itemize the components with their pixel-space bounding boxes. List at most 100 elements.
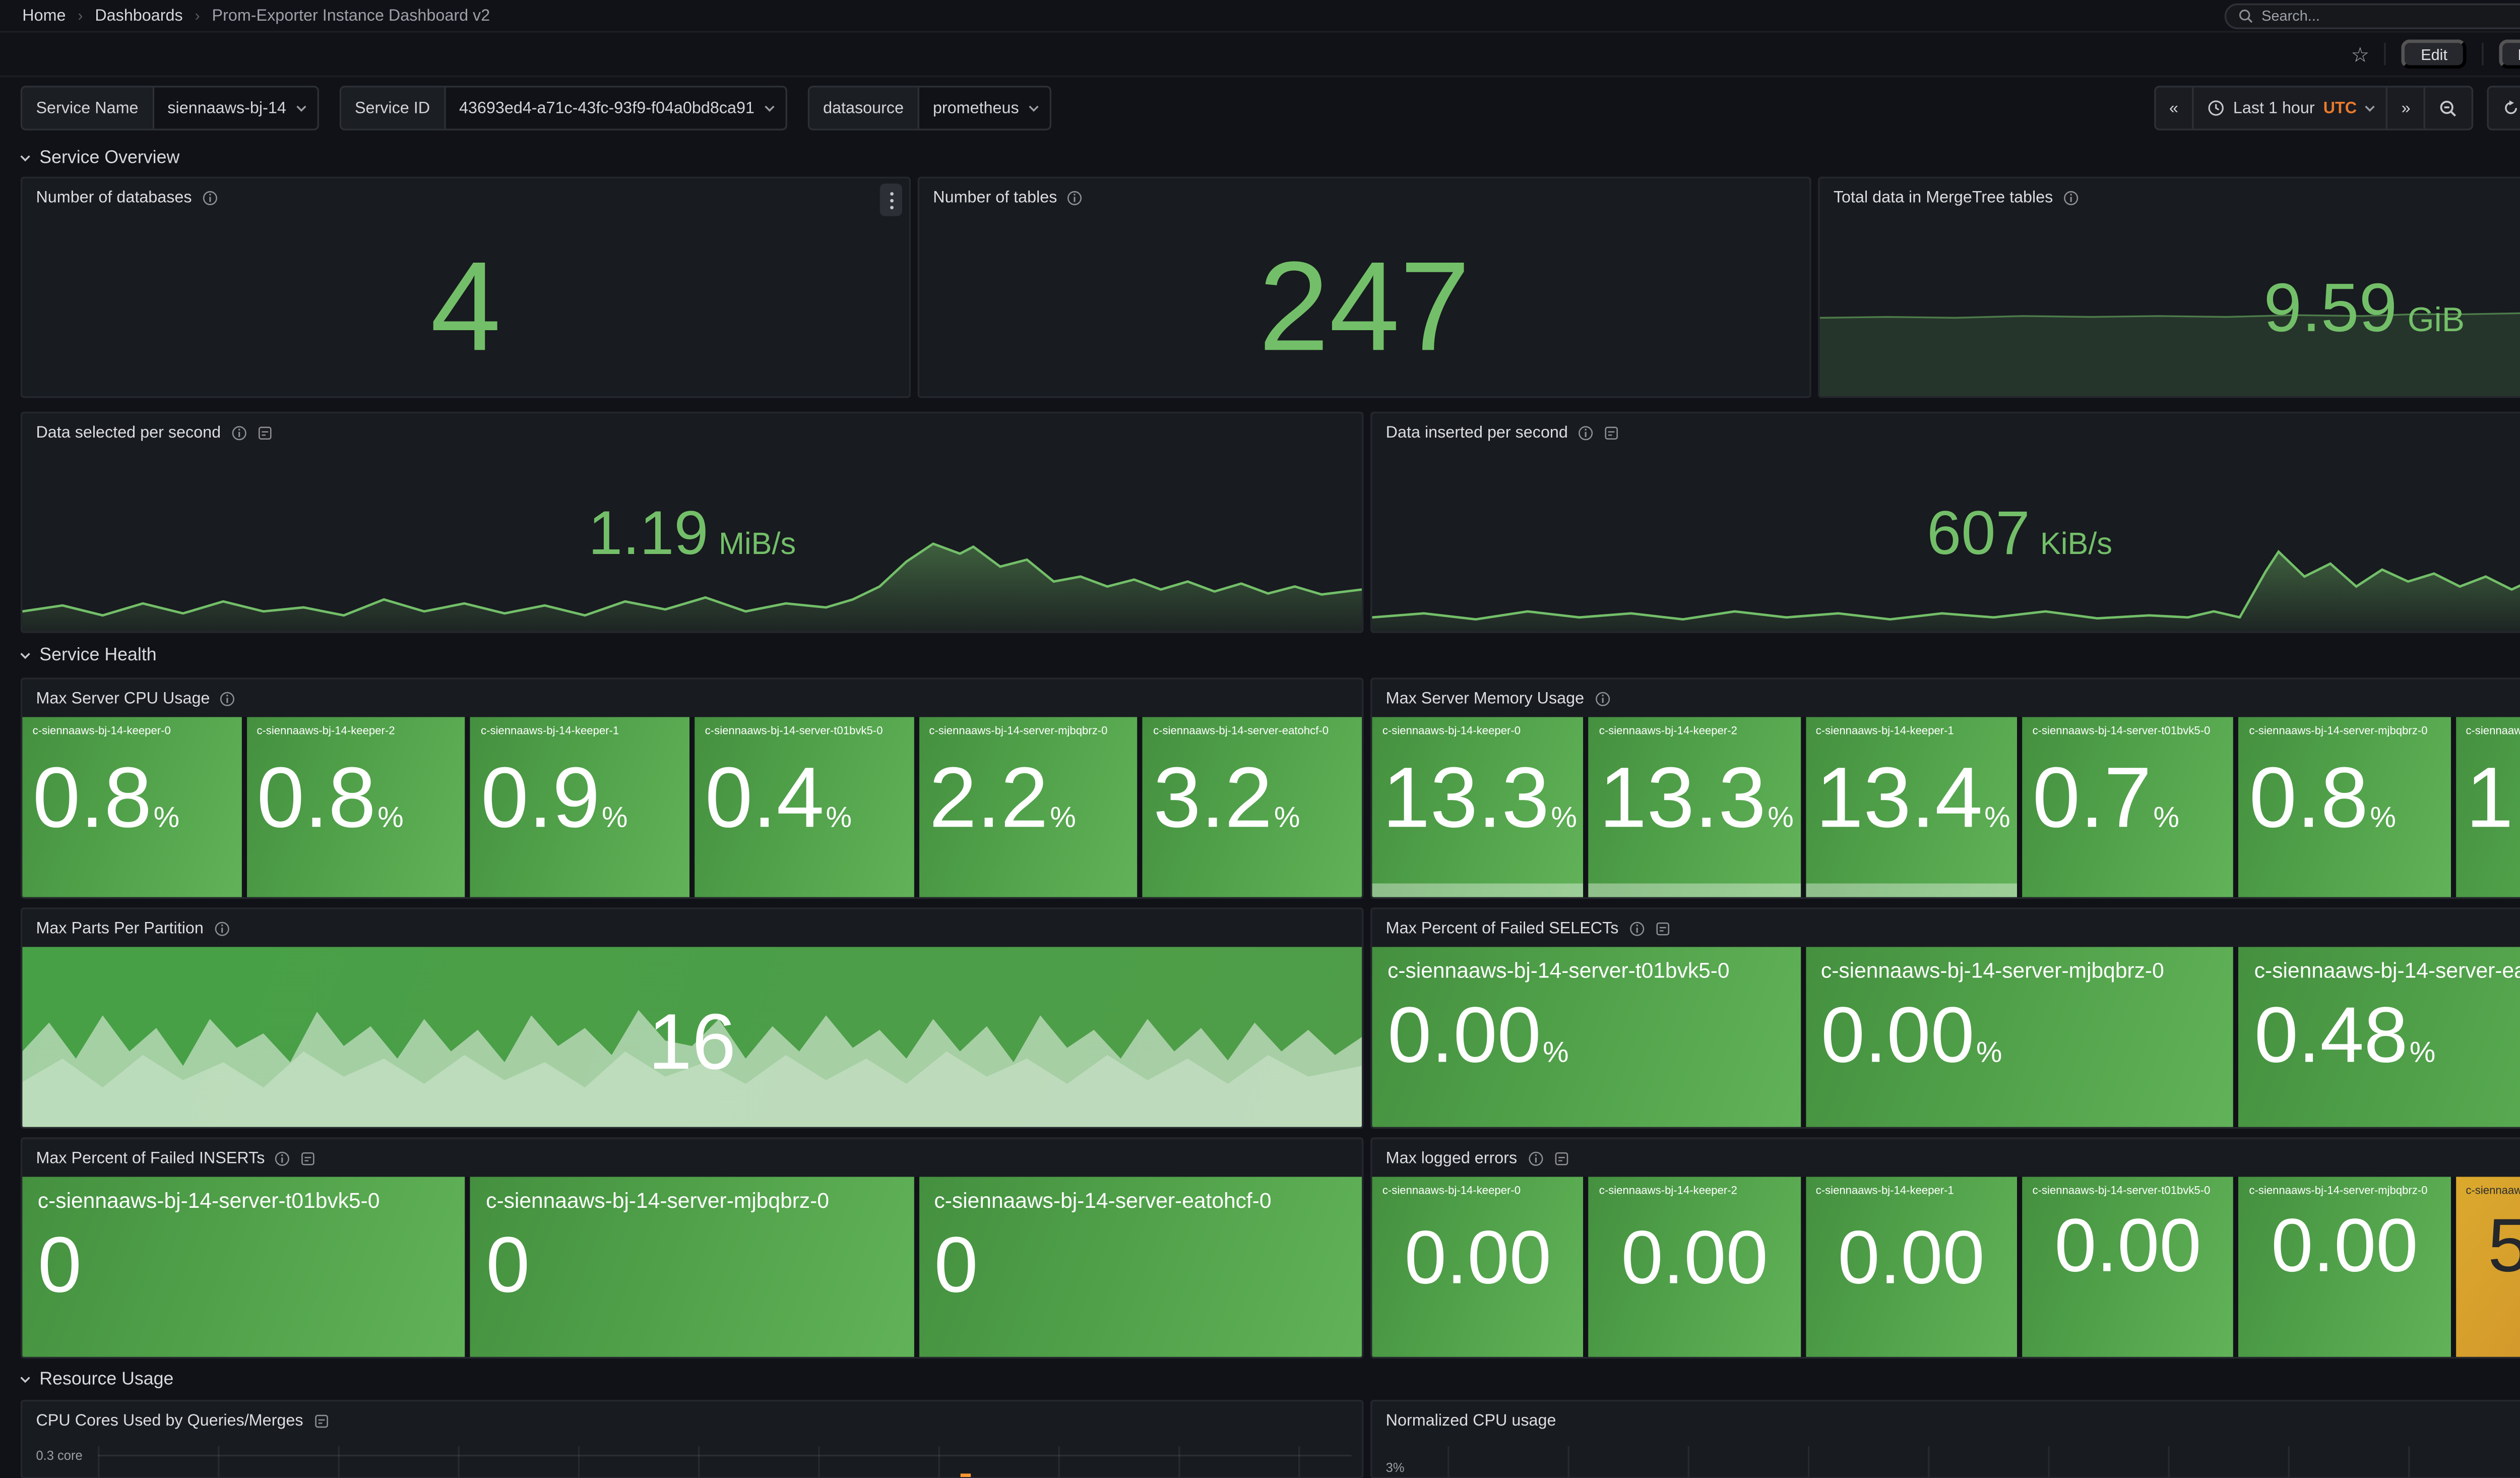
panel-cpu-cores-queries-merges[interactable]: CPU Cores Used by Queries/Merges 0.3 cor… <box>21 1400 1364 1478</box>
panel-links-icon[interactable] <box>1655 920 1670 936</box>
stat-value: 9.59GiB <box>2263 274 2465 343</box>
stat-card[interactable]: c-siennaaws-bj-14-keeper-10.00 <box>1805 1177 2017 1357</box>
sparkline-strip <box>1372 884 1584 897</box>
panel-links-icon[interactable] <box>313 1412 329 1428</box>
stat-card[interactable]: c-siennaaws-bj-14-server-t01bvk5-00.7% <box>2022 717 2234 897</box>
panel-title: CPU Cores Used by Queries/Merges <box>36 1411 303 1430</box>
panel-max-logged-errors[interactable]: Max logged errors c-siennaaws-bj-14-keep… <box>1370 1137 2520 1359</box>
stat-value: 607KiB/s <box>1372 503 2520 565</box>
overview-row-2: Data selected per second 1.19MiB/s Data … <box>21 412 2520 633</box>
stat-card[interactable]: c-siennaaws-bj-14-server-mjbqbrz-00.00 <box>2239 1177 2450 1357</box>
time-shift-back-button[interactable]: « <box>2156 88 2194 129</box>
stat-card[interactable]: c-siennaaws-bj-14-server-mjbqbrz-00.8% <box>2239 717 2450 897</box>
variables-toolbar: Service Name siennaaws-bj-14 Service ID … <box>0 77 2520 139</box>
stat-card[interactable]: c-siennaaws-bj-14-server-t01bvk5-00 <box>22 1177 465 1357</box>
stat-card[interactable]: c-siennaaws-bj-14-keeper-00.8% <box>22 717 241 897</box>
stat-card[interactable]: c-siennaaws-bj-14-server-eatohcf-03.2% <box>1143 717 1362 897</box>
refresh-group: Refresh 30s <box>2488 86 2520 130</box>
info-icon <box>1595 691 1610 706</box>
stat-card[interactable]: c-siennaaws-bj-14-keeper-213.3% <box>1589 717 1800 897</box>
panel-title: Max Server CPU Usage <box>36 689 210 707</box>
stat-card[interactable]: c-siennaaws-bj-14-server-mjbqbrz-02.2% <box>919 717 1138 897</box>
time-controls: « Last 1 hour UTC » Refresh 30s <box>2154 86 2520 130</box>
time-shift-forward-button[interactable]: » <box>2387 88 2426 129</box>
breadcrumb-dashboards[interactable]: Dashboards <box>95 6 182 25</box>
section-service-health[interactable]: Service Health <box>21 633 2520 678</box>
section-resource-usage[interactable]: Resource Usage <box>21 1359 2520 1400</box>
stat-card[interactable]: c-siennaaws-bj-14-server-t01bvk5-00.00 <box>2022 1177 2234 1357</box>
panel-number-of-tables[interactable]: Number of tables 247 <box>918 177 1811 398</box>
resource-row-1: CPU Cores Used by Queries/Merges 0.3 cor… <box>21 1400 2520 1478</box>
variable-value-dropdown[interactable]: siennaaws-bj-14 <box>154 88 317 129</box>
dashboard-canvas: Service Overview Number of databases 4 N… <box>0 139 2520 1478</box>
zoom-out-button[interactable] <box>2426 88 2472 129</box>
stat-card[interactable]: c-siennaaws-bj-14-server-eatohcf-00.48% <box>2239 947 2520 1127</box>
stat-card[interactable]: c-siennaaws-bj-14-server-t01bvk5-00.4% <box>695 717 913 897</box>
time-range-picker[interactable]: Last 1 hour UTC <box>2194 88 2388 129</box>
panel-data-selected-per-second[interactable]: Data selected per second 1.19MiB/s <box>21 412 1364 633</box>
stat-unit: KiB/s <box>2040 527 2112 563</box>
refresh-icon <box>2503 99 2520 116</box>
info-icon <box>231 424 247 440</box>
panel-title: Data inserted per second <box>1386 423 1568 442</box>
panel-number-of-databases[interactable]: Number of databases 4 <box>21 177 911 398</box>
panel-links-icon[interactable] <box>257 424 273 440</box>
stat-card[interactable]: c-siennaaws-bj-14-server-eatohcf-00 <box>919 1177 1362 1357</box>
stat-value: 247 <box>1258 243 1470 370</box>
stat-card[interactable]: c-siennaaws-bj-14-server-mjbqbrz-00.00% <box>1805 947 2234 1127</box>
panel-failed-inserts[interactable]: Max Percent of Failed INSERTs c-siennaaw… <box>21 1137 1364 1359</box>
stat-card[interactable]: c-siennaaws-bj-14-keeper-20.00 <box>1589 1177 1800 1357</box>
dashboard-actions-bar: ☆ Edit Export Share <box>0 33 2520 77</box>
panel-title: Number of tables <box>933 188 1057 207</box>
panel-normalized-cpu-usage[interactable]: Normalized CPU usage 3% <box>1370 1400 2520 1478</box>
divider <box>2482 43 2483 65</box>
edit-button[interactable]: Edit <box>2402 39 2467 69</box>
health-row-2: Max Parts Per Partition 16 Max Percent o… <box>21 907 2520 1129</box>
grafana-dashboard: Home › Dashboards › Prom-Exporter Instan… <box>0 0 2520 1478</box>
parts-card[interactable]: 16 <box>22 947 1362 1127</box>
favorite-star-icon[interactable]: ☆ <box>2351 44 2369 65</box>
spike-sparkline <box>2239 1038 2520 1127</box>
section-service-overview[interactable]: Service Overview <box>21 139 2520 177</box>
export-button[interactable]: Export <box>2499 39 2520 69</box>
panel-total-data-mergetree[interactable]: Total data in MergeTree tables 9.59GiB <box>1818 177 2520 398</box>
panel-links-icon[interactable] <box>301 1150 317 1166</box>
panel-failed-selects[interactable]: Max Percent of Failed SELECTs c-siennaaw… <box>1370 907 2520 1129</box>
search-input[interactable]: Search... ⌘+k <box>2224 3 2520 28</box>
stat-card-warning[interactable]: c-siennaaws-bj-14-server-eatohcf-05.00 <box>2455 1177 2520 1357</box>
stat-card[interactable]: c-siennaaws-bj-14-server-eatohcf-01.4% <box>2455 717 2520 897</box>
variable-service-name[interactable]: Service Name siennaaws-bj-14 <box>21 86 319 130</box>
breadcrumb-home[interactable]: Home <box>22 6 66 25</box>
timezone-label: UTC <box>2323 99 2357 117</box>
sparkline-strip <box>1589 884 1800 897</box>
refresh-button[interactable]: Refresh <box>2489 88 2520 129</box>
stat-card[interactable]: c-siennaaws-bj-14-keeper-10.9% <box>471 717 689 897</box>
nav-right-cluster: Search... ⌘+k + ? <box>2224 3 2520 28</box>
variable-service-id[interactable]: Service ID 43693ed4-a71c-43fc-93f9-f04a0… <box>339 86 787 130</box>
stat-card[interactable]: c-siennaaws-bj-14-keeper-20.8% <box>246 717 465 897</box>
stat-card[interactable]: c-siennaaws-bj-14-server-mjbqbrz-00 <box>471 1177 914 1357</box>
variable-datasource[interactable]: datasource prometheus <box>807 86 1051 130</box>
panel-title: Max Percent of Failed SELECTs <box>1386 918 1619 937</box>
info-icon <box>1067 190 1083 205</box>
panel-data-inserted-per-second[interactable]: Data inserted per second 607KiB/s <box>1370 412 2520 633</box>
panel-title: Max Percent of Failed INSERTs <box>36 1148 265 1167</box>
panel-links-icon[interactable] <box>1553 1150 1569 1166</box>
info-icon <box>214 920 229 936</box>
variable-value-dropdown[interactable]: 43693ed4-a71c-43fc-93f9-f04a0bd8ca91 <box>446 88 785 129</box>
panel-max-memory-usage[interactable]: Max Server Memory Usage c-siennaaws-bj-1… <box>1370 678 2520 899</box>
stat-card[interactable]: c-siennaaws-bj-14-keeper-013.3% <box>1372 717 1584 897</box>
panel-title: Max Server Memory Usage <box>1386 689 1584 707</box>
variable-value-dropdown[interactable]: prometheus <box>919 88 1050 129</box>
stat-unit: MiB/s <box>719 527 796 563</box>
stat-card[interactable]: c-siennaaws-bj-14-keeper-113.4% <box>1805 717 2017 897</box>
memory-cards: c-siennaaws-bj-14-keeper-013.3% c-sienna… <box>1372 717 2520 897</box>
info-icon <box>275 1150 291 1166</box>
panel-max-parts-per-partition[interactable]: Max Parts Per Partition 16 <box>21 907 1364 1129</box>
breadcrumb-separator: › <box>78 7 83 24</box>
stat-card[interactable]: c-siennaaws-bj-14-server-t01bvk5-00.00% <box>1372 947 1800 1127</box>
panel-max-cpu-usage[interactable]: Max Server CPU Usage c-siennaaws-bj-14-k… <box>21 678 1364 899</box>
panel-title: Total data in MergeTree tables <box>1834 188 2053 207</box>
stat-card[interactable]: c-siennaaws-bj-14-keeper-00.00 <box>1372 1177 1584 1357</box>
panel-links-icon[interactable] <box>1604 424 1619 440</box>
